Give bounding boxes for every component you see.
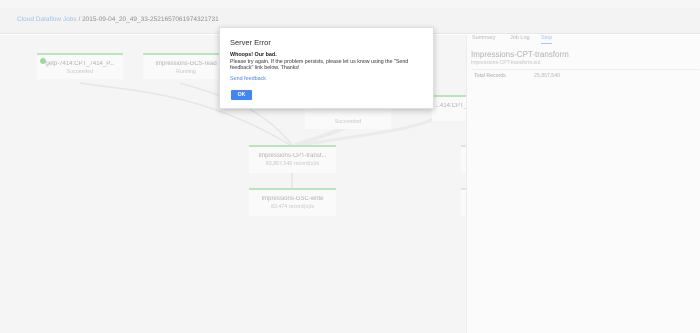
breadcrumb-jobs-link[interactable]: Cloud Dataflow Jobs: [17, 16, 77, 23]
check-icon: [40, 58, 46, 64]
node-status: Running: [176, 69, 196, 75]
node-status: Succeeded: [66, 69, 94, 75]
node-title: getp-7414:CPT_7414_P...: [45, 61, 115, 67]
breadcrumb: Cloud Dataflow Jobs / 2015-09-04_20_49_3…: [17, 16, 219, 23]
node-title: ...414:CPT_7...: [435, 103, 466, 109]
step-title: Impressions-CPT-transform: [471, 50, 569, 59]
node-title: Impressions-GCS-read: [155, 61, 217, 67]
graph-node[interactable]: getp-7414:CPT_7414_P... Succeeded: [37, 53, 123, 79]
send-feedback-link[interactable]: Send feedback: [230, 76, 266, 82]
graph-node[interactable]: Succeeded: [305, 109, 391, 129]
step-subtitle: Impressions-CPT-transform.out: [471, 60, 541, 66]
metric-value: 25,857,540: [534, 73, 560, 79]
graph-node[interactable]: ...414:CPT_7...: [432, 95, 466, 121]
dialog-message: Please try again. If the problem persist…: [230, 59, 409, 72]
node-title: Impressions-CPT-transf...: [258, 153, 327, 159]
node-title: Impressions-GSC-write: [261, 196, 324, 202]
node-status: Succeeded: [334, 119, 362, 125]
dialog-title: Server Error: [230, 38, 271, 47]
node-status: 83,474 record(s)/s: [271, 204, 314, 210]
ok-button[interactable]: OK: [231, 90, 252, 100]
dialog-heading: Whoops! Our bad.: [230, 52, 277, 58]
server-error-dialog: Server Error Whoops! Our bad. Please try…: [219, 27, 434, 109]
tab-step[interactable]: Step: [541, 35, 553, 44]
tab-summary[interactable]: Summary: [472, 35, 496, 41]
node-status: 83,857,540 record(s)/s: [265, 161, 320, 167]
top-bar: [0, 0, 700, 8]
tab-job-log[interactable]: Job Log: [510, 35, 530, 41]
details-side-panel: Summary Job Log Step Impressions-CPT-tra…: [466, 35, 700, 333]
metric-label: Total Records: [474, 73, 506, 79]
breadcrumb-job-id: 2015-09-04_20_49_33-2521657061974321731: [82, 16, 219, 23]
breadcrumb-separator: /: [78, 16, 81, 23]
graph-node[interactable]: Impressions-CPT-transf... 83,857,540 rec…: [249, 145, 336, 173]
graph-node[interactable]: Impressions-GCS-read Running: [143, 53, 229, 79]
graph-node[interactable]: Impressions-GSC-write 83,474 record(s)/s: [249, 188, 336, 216]
